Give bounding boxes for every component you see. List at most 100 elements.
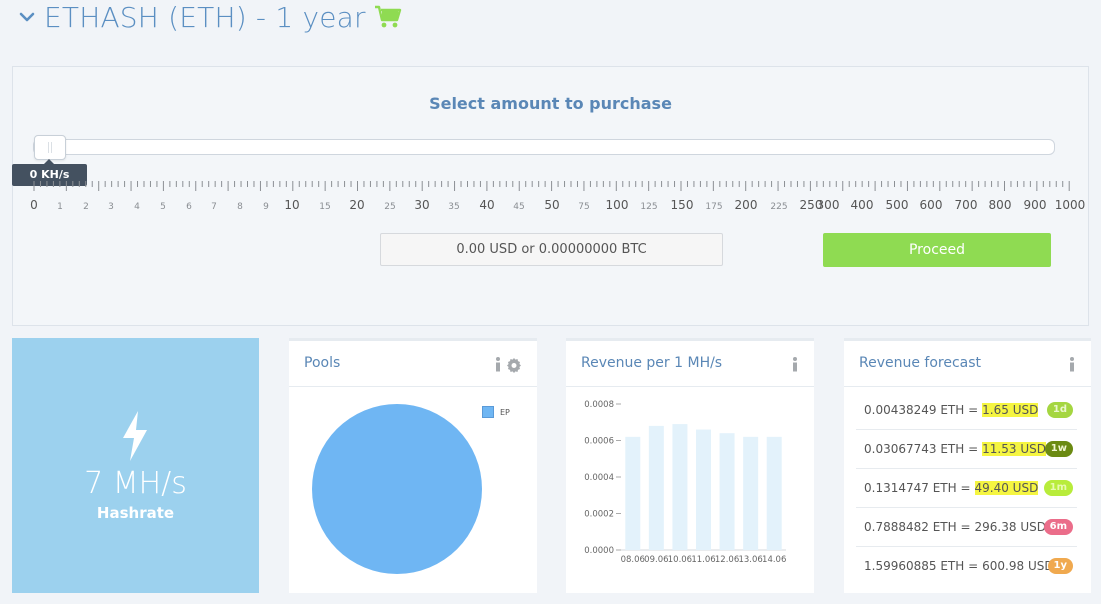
scale-label: 15 (319, 202, 330, 212)
forecast-list: 0.00438249 ETH = 1.65 USD 1d 0.03067743 … (856, 391, 1077, 585)
forecast-eth: 0.1314747 ETH = (864, 481, 971, 495)
forecast-eth: 0.03067743 ETH = (864, 442, 979, 456)
revenue-bar-chart: 0.0008 0.0006 0.0004 0.0002 0.0000 08.06 09.06… (584, 400, 786, 565)
page-header: ETHASH (ETH) - 1 year (18, 0, 402, 34)
scale-label: 30 (414, 198, 429, 212)
scale-label: 6 (186, 202, 192, 212)
forecast-title: Revenue forecast (859, 355, 982, 371)
scale-label: 600 (920, 198, 943, 212)
hashrate-value: 7 MH/s (84, 466, 187, 501)
price-display: 0.00 USD or 0.00000000 BTC (380, 233, 723, 266)
hashrate-card: 7 MH/s Hashrate (12, 338, 259, 593)
scale-label: 900 (1024, 198, 1047, 212)
pools-legend: EP (482, 406, 510, 418)
pie-slice-ep (312, 404, 482, 574)
scale-label: 9 (263, 202, 269, 212)
scale-label: 3 (108, 202, 114, 212)
proceed-button[interactable]: Proceed (823, 233, 1051, 267)
forecast-card: Revenue forecast 0.00438249 ETH = 1.65 U… (844, 338, 1091, 593)
scale-label: 125 (640, 202, 657, 212)
y-tick-label: 0.0002 (584, 510, 614, 520)
pools-card-header: Pools (289, 341, 537, 387)
hashrate-slider-handle[interactable] (34, 135, 66, 160)
scale-label: 800 (989, 198, 1012, 212)
scale-label: 50 (544, 198, 559, 212)
chevron-down-icon[interactable] (18, 8, 36, 26)
x-tick-label: 12.06 (715, 555, 739, 565)
hashrate-label: Hashrate (96, 504, 175, 522)
scale-label: 1 (57, 202, 63, 212)
forecast-eth: 1.59960885 ETH = (864, 559, 979, 573)
page-title: ETHASH (ETH) - 1 year (44, 0, 366, 34)
scale-label: 75 (578, 202, 589, 212)
revenue-bar (672, 424, 688, 550)
scale-label: 4 (134, 202, 140, 212)
forecast-row-1d: 0.00438249 ETH = 1.65 USD 1d (856, 391, 1077, 430)
x-tick-label: 14.06 (762, 555, 786, 565)
scale-label: 10 (284, 198, 299, 212)
scale-label: 45 (513, 202, 524, 212)
x-tick-label: 10.06 (668, 555, 692, 565)
scale-label: 500 (886, 198, 909, 212)
forecast-card-header: Revenue forecast (844, 341, 1091, 387)
pools-title: Pools (304, 355, 341, 371)
scale-label: 20 (349, 198, 364, 212)
y-tick-label: 0.0006 (584, 437, 614, 447)
scale-label: 1000 (1055, 198, 1086, 212)
purchase-heading: Select amount to purchase (429, 94, 672, 113)
revenue-card-header: Revenue per 1 MH/s (566, 341, 814, 387)
period-badge: 6m (1043, 519, 1073, 535)
cart-icon[interactable] (374, 5, 402, 29)
pools-card: Pools EP (289, 338, 537, 593)
forecast-usd: 11.53 USD (982, 442, 1046, 456)
revenue-bar (719, 433, 735, 550)
pools-pie-chart (312, 404, 482, 574)
y-tick-label: 0.0004 (584, 473, 614, 483)
scale-label: 150 (671, 198, 694, 212)
info-icon[interactable] (791, 357, 799, 372)
info-icon[interactable] (494, 357, 502, 372)
legend-swatch (482, 406, 494, 418)
x-tick-label: 13.06 (738, 555, 762, 565)
forecast-row-1m: 0.1314747 ETH = 49.40 USD 1m (856, 469, 1077, 508)
period-badge: 1y (1047, 558, 1073, 574)
revenue-bar (743, 436, 759, 550)
forecast-eth: 0.7888482 ETH = (864, 520, 971, 534)
scale-label: 35 (448, 202, 459, 212)
forecast-eth: 0.00438249 ETH = (864, 403, 979, 417)
forecast-usd: 600.98 USD (982, 559, 1054, 573)
y-tick-label: 0.0000 (584, 546, 614, 556)
scale-label: 5 (160, 202, 166, 212)
scale-label: 225 (770, 202, 787, 212)
scale-label: 400 (851, 198, 874, 212)
revenue-card: Revenue per 1 MH/s 0.0008 0.0006 0.0004 0.0… (566, 338, 814, 593)
scale-label: 40 (479, 198, 494, 212)
scale-label: 175 (705, 202, 722, 212)
period-badge: 1w (1044, 441, 1073, 457)
slider-scale: 0 1 2 3 4 5 6 7 8 9 10 15 20 25 30 35 40 45 50 75 100 125 150 1… (30, 181, 1086, 212)
scale-label: 100 (606, 198, 629, 212)
legend-label: EP (500, 407, 510, 417)
purchase-panel: Select amount to purchase 0 KH/s 0123456… (12, 66, 1089, 326)
period-badge: 1m (1043, 480, 1073, 496)
hashrate-slider-track[interactable] (33, 139, 1055, 155)
gear-icon[interactable] (506, 357, 522, 373)
forecast-usd: 49.40 USD (974, 481, 1039, 495)
scale-label: 700 (955, 198, 978, 212)
lightning-bolt-icon (123, 411, 147, 461)
info-icon[interactable] (1068, 357, 1076, 372)
revenue-bar (625, 436, 641, 550)
revenue-bar (766, 436, 782, 550)
forecast-row-1w: 0.03067743 ETH = 11.53 USD 1w (856, 430, 1077, 469)
period-badge: 1d (1046, 402, 1073, 418)
forecast-usd: 296.38 USD (974, 520, 1046, 534)
scale-label: 8 (237, 202, 243, 212)
revenue-bar (648, 425, 664, 550)
forecast-usd: 1.65 USD (982, 403, 1039, 417)
y-tick-label: 0.0008 (584, 400, 614, 410)
x-tick-label: 09.06 (644, 555, 668, 565)
x-tick-label: 11.06 (691, 555, 715, 565)
revenue-title: Revenue per 1 MH/s (581, 355, 723, 371)
scale-label: 7 (211, 202, 217, 212)
scale-label: 25 (384, 202, 395, 212)
